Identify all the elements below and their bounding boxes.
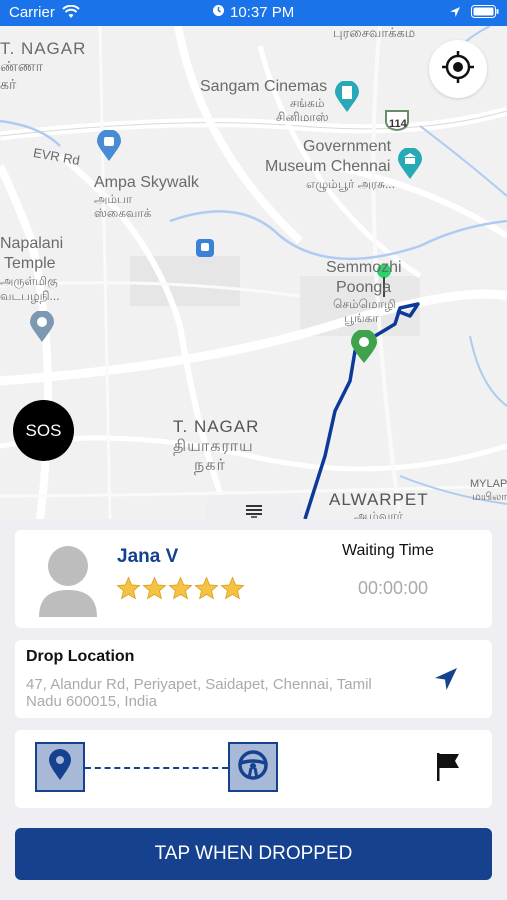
map-label-poonga-ta1: செம்மொழி	[333, 297, 396, 311]
drop-location-title: Drop Location	[26, 648, 135, 665]
map-label-semmozhi: Semmozhi	[326, 259, 402, 276]
waiting-time-label: Waiting Time	[342, 542, 434, 559]
driver-card: Jana V Waiting Time 00:00:00	[15, 530, 492, 628]
recenter-button[interactable]	[429, 40, 487, 98]
location-arrow-icon	[449, 5, 461, 22]
crosshair-icon	[440, 49, 476, 90]
driver-rating	[116, 576, 245, 606]
progress-dashes	[85, 767, 228, 769]
map-label-tnagar: T. NAGAR	[173, 417, 260, 436]
map-label-napalani: Napalani	[0, 235, 64, 252]
battery-icon	[471, 5, 499, 22]
sos-button[interactable]: SOS	[13, 400, 74, 461]
drop-location-card: Drop Location 47, Alandur Rd, Periyapet,…	[15, 640, 492, 718]
map-label-temple-ta2: வடபழநி...	[0, 289, 60, 303]
map-label-ampa-ta1: அம்பா	[94, 192, 133, 206]
star-icon	[220, 576, 245, 606]
map-label-museum-ta: எழும்பூர் அரசு...	[306, 177, 395, 191]
steering-wheel-icon	[237, 749, 269, 786]
map-label-ampa: Ampa Skywalk	[94, 174, 199, 191]
sos-label: SOS	[25, 420, 62, 440]
tap-when-dropped-button[interactable]: TAP WHEN DROPPED	[15, 828, 492, 880]
navigate-icon[interactable]	[433, 666, 459, 697]
map-label-tnagar-ta1: தியாகராய	[173, 438, 254, 455]
map-label-pursaivakkam: புரசைவாக்கம	[333, 26, 416, 40]
status-bar: Carrier 10:37 PM	[0, 0, 507, 26]
map-label-museum: Museum Chennai	[265, 158, 391, 175]
map-label-mylapore: MYLAP	[470, 478, 507, 490]
destination-flag-icon	[435, 752, 461, 787]
driver-avatar-icon	[37, 545, 99, 617]
driving-step	[228, 742, 278, 792]
map-label-temple: Temple	[4, 255, 56, 272]
alarm-icon	[212, 4, 225, 21]
map-label-temple-ta1: அருள்மிகு	[0, 274, 58, 288]
location-pin-icon	[48, 748, 72, 786]
wifi-icon	[62, 4, 80, 23]
bottom-sheet-handle[interactable]	[206, 495, 302, 525]
map-label-poonga: Poonga	[336, 279, 392, 296]
route-number-label: 114	[389, 118, 407, 130]
star-icon	[168, 576, 193, 606]
star-icon	[142, 576, 167, 606]
carrier-label: Carrier	[9, 4, 55, 21]
action-button-label: TAP WHEN DROPPED	[154, 843, 353, 864]
map-view[interactable]: 114 T. NAGAR ண்ணா கர் புரசைவாக்கம Sangam…	[0, 26, 507, 519]
waiting-time-value: 00:00:00	[358, 578, 429, 598]
map-label-tnagar-top-ta2: கர்	[0, 76, 17, 92]
map-label-alwarpet: ALWARPET	[329, 490, 429, 509]
map-label-sangam: Sangam Cinemas	[200, 78, 328, 95]
map-label-mylapore-ta: மயிலா	[472, 491, 507, 503]
map-label-alwarpet-ta: ஆழ்வார்	[354, 509, 403, 520]
map-label-sangam-ta2: சினிமாஸ்	[276, 110, 329, 124]
map-label-ampa-ta2: ஸ்கைவாக்	[94, 206, 152, 220]
map-label-tnagar-top-ta1: ண்ணா	[0, 58, 43, 74]
driver-name: Jana V	[117, 546, 179, 567]
map-label-sangam-ta1: சங்கம்	[290, 96, 325, 110]
pickup-step	[35, 742, 85, 792]
map-label-government: Government	[303, 138, 392, 155]
map-label-tnagar-top: T. NAGAR	[0, 39, 87, 58]
drop-location-address: 47, Alandur Rd, Periyapet, Saidapet, Che…	[26, 676, 372, 710]
trip-progress-card	[15, 730, 492, 808]
star-icon	[194, 576, 219, 606]
menu-lines-icon	[245, 504, 263, 525]
clock-time: 10:37 PM	[230, 4, 295, 21]
star-icon	[116, 576, 141, 606]
map-label-poonga-ta2: பூங்கா	[344, 311, 379, 325]
map-label-tnagar-ta2: நகர்	[194, 457, 226, 474]
